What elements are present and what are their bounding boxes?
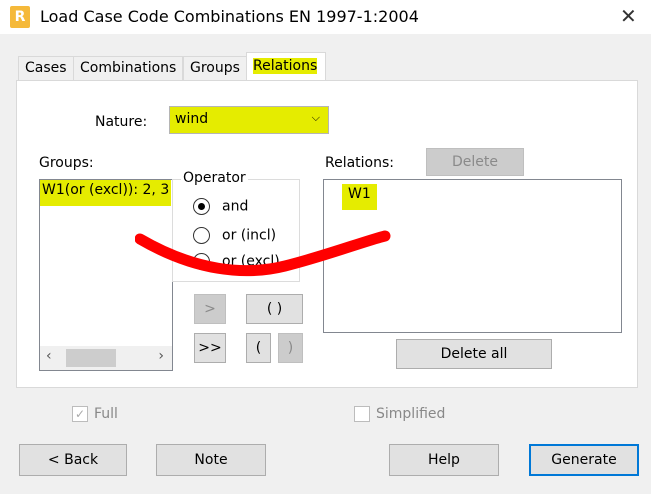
tab-relations[interactable]: Relations	[246, 52, 326, 82]
add-all-button[interactable]: >>	[194, 333, 226, 363]
close-icon[interactable]: ✕	[620, 4, 637, 28]
note-button[interactable]: Note	[156, 444, 266, 476]
horizontal-scrollbar[interactable]: ‹ ›	[40, 346, 172, 370]
tab-combinations[interactable]: Combinations	[73, 56, 184, 80]
tab-relations-label: Relations	[253, 58, 318, 74]
relations-panel: Nature: wind ⌵ Groups: W1(or (excl)): 2,…	[16, 80, 638, 388]
radio-and-label: and	[222, 198, 249, 215]
list-item[interactable]: W1	[342, 184, 377, 210]
nature-select[interactable]: wind ⌵	[169, 106, 329, 134]
delete-button[interactable]: Delete	[426, 148, 524, 176]
simplified-label: Simplified	[376, 406, 446, 422]
radio-icon	[193, 198, 210, 215]
red-arrow-annotation	[135, 230, 391, 277]
generate-button[interactable]: Generate	[529, 444, 639, 476]
add-button[interactable]: >	[194, 294, 226, 324]
delete-all-button[interactable]: Delete all	[396, 339, 552, 369]
app-logo-icon: R	[10, 6, 30, 28]
checkbox-icon	[354, 406, 370, 422]
list-item[interactable]: W1(or (excl)): 2, 3	[40, 180, 172, 206]
checkmark-icon: ✓	[72, 406, 88, 422]
nature-value: wind	[175, 111, 209, 127]
groups-label: Groups:	[39, 155, 94, 171]
tab-cases[interactable]: Cases	[18, 56, 74, 80]
operator-label: Operator	[181, 170, 248, 186]
relations-label: Relations:	[325, 155, 395, 171]
open-paren-button[interactable]: (	[246, 333, 271, 363]
parens-button[interactable]: ( )	[246, 294, 303, 324]
scroll-left-icon[interactable]: ‹	[46, 348, 52, 364]
nature-label: Nature:	[95, 114, 148, 130]
radio-and[interactable]: and	[193, 198, 248, 215]
scrollbar-thumb[interactable]	[66, 349, 116, 367]
back-button[interactable]: < Back	[19, 444, 127, 476]
simplified-checkbox[interactable]: Simplified	[354, 406, 445, 422]
chevron-down-icon: ⌵	[311, 111, 320, 124]
full-label: Full	[94, 406, 118, 422]
help-button[interactable]: Help	[389, 444, 499, 476]
window-title: Load Case Code Combinations EN 1997-1:20…	[40, 7, 419, 26]
scroll-right-icon[interactable]: ›	[158, 348, 164, 364]
full-checkbox[interactable]: ✓ Full	[72, 406, 118, 422]
close-paren-button[interactable]: )	[278, 333, 303, 363]
tab-groups[interactable]: Groups	[183, 56, 247, 80]
title-bar: R Load Case Code Combinations EN 1997-1:…	[0, 0, 651, 34]
